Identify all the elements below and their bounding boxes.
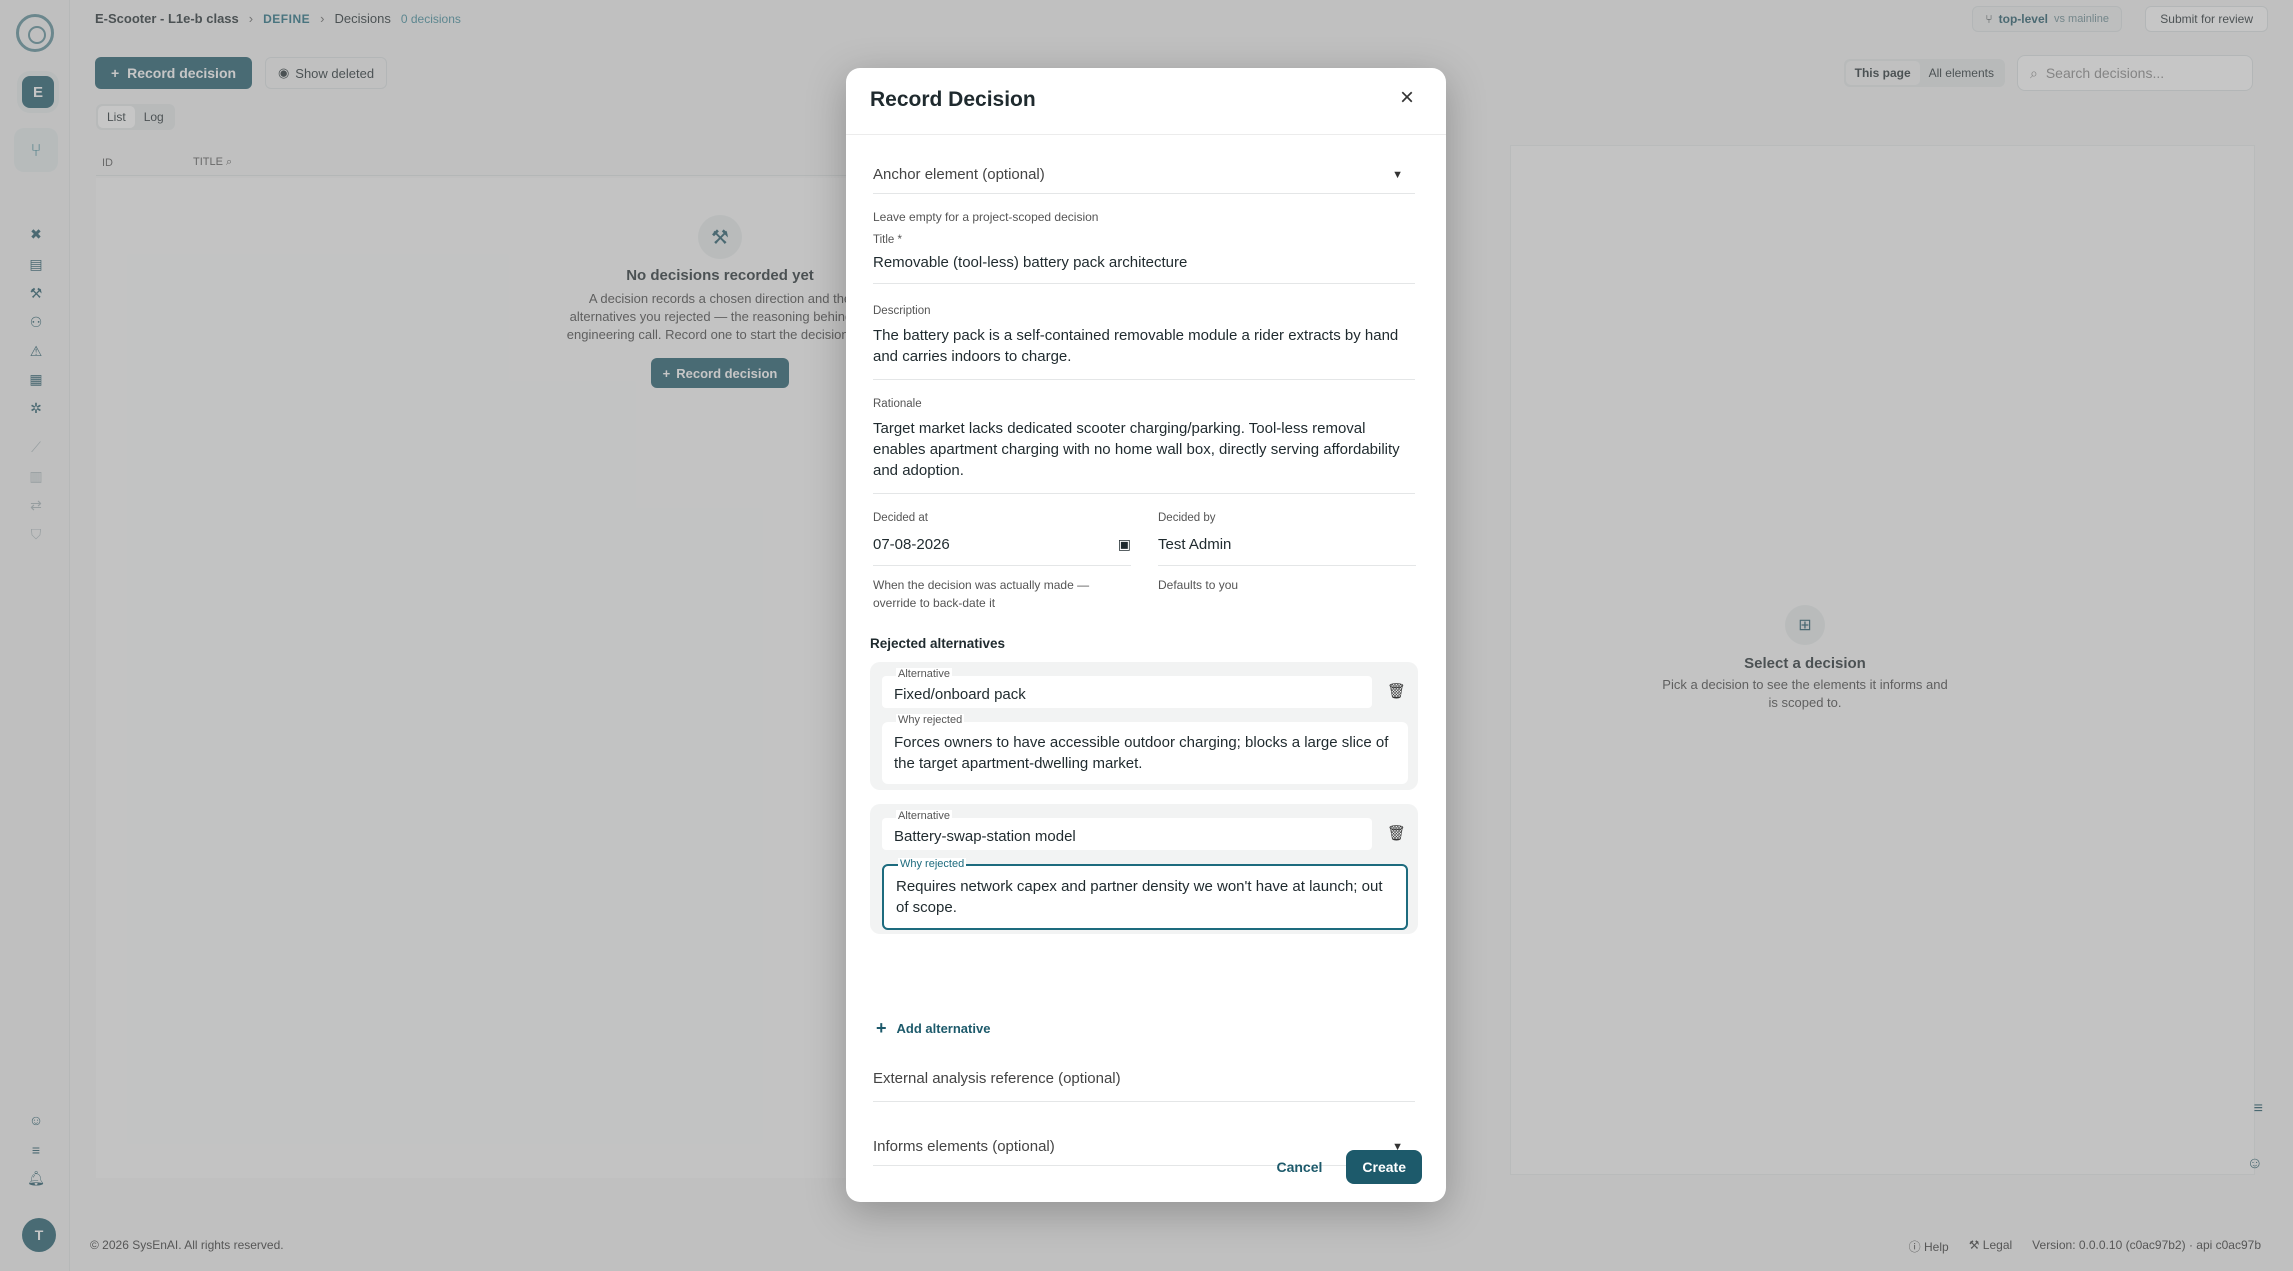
alternative-input[interactable]: Battery-swap-station model [894,826,1360,847]
rationale-field[interactable]: Rationale Target market lacks dedicated … [873,398,1415,494]
title-label: Title * [873,234,902,246]
create-button[interactable]: Create [1346,1150,1422,1184]
why-rejected-field[interactable]: Why rejected Forces owners to have acces… [882,714,1408,784]
external-reference-input[interactable]: External analysis reference (optional) [873,1068,1415,1089]
why-rejected-label: Why rejected [898,858,967,870]
anchor-element-placeholder: Anchor element (optional) [873,166,1045,183]
alternative-input[interactable]: Fixed/onboard pack [894,684,1360,705]
decided-by-label: Decided by [1158,512,1216,524]
alternative-label: Alternative [896,810,952,822]
alternative-card: Alternative Battery-swap-station model 🗑… [870,804,1418,934]
description-input[interactable]: The battery pack is a self-contained rem… [873,325,1415,367]
decided-by-field[interactable]: Decided by Test Admin [1158,512,1416,566]
caret-down-icon: ▼ [1392,168,1403,181]
decided-at-helper: When the decision was actually made — ov… [873,578,1090,610]
title-input[interactable]: Removable (tool-less) battery pack archi… [873,252,1415,273]
alternative-field[interactable]: Alternative Fixed/onboard pack [882,668,1372,708]
informs-elements-placeholder: Informs elements (optional) [873,1138,1055,1155]
why-rejected-label: Why rejected [896,714,965,726]
calendar-icon[interactable]: ▣ [1118,536,1131,553]
alternative-label: Alternative [896,668,952,680]
decided-at-input[interactable]: 07-08-2026 [873,534,950,555]
add-alternative-label: Add alternative [896,1021,991,1036]
alternative-field[interactable]: Alternative Battery-swap-station model [882,810,1372,850]
add-alternative-button[interactable]: + Add alternative [876,1018,990,1039]
trash-icon[interactable]: 🗑︎ [1387,682,1406,700]
description-field[interactable]: Description The battery pack is a self-c… [873,305,1415,380]
plus-icon: + [876,1018,887,1038]
decided-by-helper: Defaults to you [1158,578,1239,592]
description-label: Description [873,305,931,317]
why-rejected-input[interactable]: Requires network capex and partner densi… [896,876,1394,918]
decided-by-input[interactable]: Test Admin [1158,534,1416,555]
dialog-divider [846,134,1446,135]
anchor-helper: Leave empty for a project-scoped decisio… [873,210,1099,224]
decided-at-field[interactable]: Decided at 07-08-2026 ▣ [873,512,1131,566]
dialog-actions: Cancel Create [1266,1150,1422,1184]
record-decision-dialog: Record Decision × Anchor element (option… [846,68,1446,1202]
rationale-label: Rationale [873,398,922,410]
anchor-element-select[interactable]: Anchor element (optional) ▼ [873,156,1415,194]
title-field[interactable]: Title * Removable (tool-less) battery pa… [873,234,1415,284]
decided-at-label: Decided at [873,512,928,524]
close-icon[interactable]: × [1394,86,1420,112]
alternative-card: Alternative Fixed/onboard pack 🗑︎ Why re… [870,662,1418,790]
trash-icon[interactable]: 🗑︎ [1387,824,1406,842]
rejected-alternatives-title: Rejected alternatives [870,636,1006,651]
external-reference-field[interactable]: External analysis reference (optional) [873,1068,1415,1102]
why-rejected-field[interactable]: Why rejected Requires network capex and … [882,858,1408,930]
why-rejected-input[interactable]: Forces owners to have accessible outdoor… [894,732,1396,774]
cancel-button[interactable]: Cancel [1266,1151,1332,1183]
rationale-input[interactable]: Target market lacks dedicated scooter ch… [873,418,1415,481]
dialog-title: Record Decision [870,88,1036,111]
